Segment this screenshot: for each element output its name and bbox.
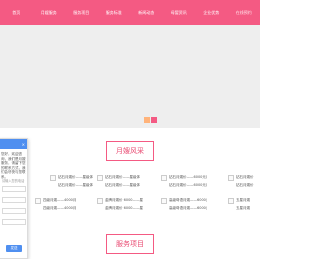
section-title-yuesao: 月嫂风采 xyxy=(106,141,154,161)
list-item[interactable]: 五星月嫂 五星月嫂 xyxy=(228,198,272,218)
list-item[interactable]: 钻石月嫂价 钻石月嫂价 xyxy=(228,175,272,195)
thumbnail-image xyxy=(228,175,234,181)
list-item[interactable]: 钻石月嫂价——星级体 钻石月嫂价——星级体 xyxy=(50,175,94,195)
item-subtitle: 五星月嫂 xyxy=(236,206,250,210)
nav-item-news[interactable]: 新闻动态 xyxy=(130,10,163,16)
thumbnail-image xyxy=(97,175,103,181)
thumbnail-image xyxy=(228,198,234,204)
item-title: 钻石月嫂价——星级体 xyxy=(58,175,93,179)
chat-input-field[interactable] xyxy=(2,208,26,214)
item-title: 钻石月嫂价——6000元月 xyxy=(169,175,207,179)
item-subtitle: 钻石月嫂价 xyxy=(236,183,254,187)
banner-dot-2[interactable] xyxy=(151,117,157,123)
item-title: 五星月嫂 xyxy=(236,198,250,202)
yuesao-row-2: 四级月嫂——4000月 四级月嫂——4000月 金牌月嫂价 6000——星级体 … xyxy=(0,198,260,218)
nav-item-booking[interactable]: 在线预约 xyxy=(228,10,261,16)
item-subtitle: 金牌月嫂价 6000——星级体 xyxy=(105,206,143,210)
banner-dot-1[interactable] xyxy=(144,117,150,123)
chat-phone-placeholder: 请输入您的电话 xyxy=(2,179,25,183)
list-item[interactable]: 高级母语月嫂——6000元月 高级母语月嫂——6000元月 xyxy=(161,198,207,218)
chat-message: 您好，欢迎咨询，我们是月嫂服务，请留下您的联系方式，我们会尽快与您联系。 xyxy=(1,152,26,179)
item-subtitle: 钻石月嫂价——6000元月 xyxy=(169,183,207,187)
item-title: 四级月嫂——4000月 xyxy=(43,198,77,202)
yuesao-row-1: 钻石月嫂价——星级体 钻石月嫂价——星级体 钻石月嫂价——星级体 钻石月嫂价——… xyxy=(0,175,260,195)
top-navbar: 首页 月嫂服务 服务项目 服务标准 新闻动态 母婴资讯 企业优势 在线预约 xyxy=(0,0,260,25)
list-item[interactable]: 钻石月嫂价——星级体 钻石月嫂价——星级体 xyxy=(97,175,141,195)
item-title: 金牌月嫂价 6000——星级体 xyxy=(105,198,143,202)
list-item[interactable]: 钻石月嫂价——6000元月 钻石月嫂价——6000元月 xyxy=(161,175,207,195)
item-title: 钻石月嫂价——星级体 xyxy=(105,175,140,179)
chat-header: × xyxy=(0,139,27,149)
item-subtitle: 四级月嫂——4000月 xyxy=(43,206,77,210)
hero-banner xyxy=(0,25,260,128)
nav-item-advantages[interactable]: 企业优势 xyxy=(195,10,228,16)
thumbnail-image xyxy=(161,198,167,204)
nav-item-info[interactable]: 母婴资讯 xyxy=(163,10,196,16)
item-title: 钻石月嫂价 xyxy=(236,175,254,179)
item-subtitle: 钻石月嫂价——星级体 xyxy=(105,183,140,187)
thumbnail-image xyxy=(50,175,56,181)
item-subtitle: 高级母语月嫂——6000元月 xyxy=(169,206,207,210)
nav-item-standards[interactable]: 服务标准 xyxy=(98,10,131,16)
close-icon[interactable]: × xyxy=(22,142,25,147)
chat-send-button[interactable]: 发送 xyxy=(6,245,22,252)
thumbnail-image xyxy=(161,175,167,181)
banner-pager xyxy=(144,117,157,123)
item-subtitle: 钻石月嫂价——星级体 xyxy=(58,183,93,187)
thumbnail-image xyxy=(35,198,41,204)
chat-input-field[interactable] xyxy=(2,197,26,203)
list-item[interactable]: 金牌月嫂价 6000——星级体 金牌月嫂价 6000——星级体 xyxy=(97,198,143,218)
nav-item-yuesao[interactable]: 月嫂服务 xyxy=(33,10,66,16)
list-item[interactable]: 四级月嫂——4000月 四级月嫂——4000月 xyxy=(35,198,79,218)
thumbnail-image xyxy=(97,198,103,204)
nav-item-services[interactable]: 服务项目 xyxy=(65,10,98,16)
item-title: 高级母语月嫂——6000元月 xyxy=(169,198,207,202)
chat-input-field[interactable] xyxy=(2,186,26,192)
chat-input-field[interactable] xyxy=(2,219,26,225)
section-title-services: 服务项目 xyxy=(106,234,154,254)
nav-item-home[interactable]: 首页 xyxy=(0,10,33,16)
